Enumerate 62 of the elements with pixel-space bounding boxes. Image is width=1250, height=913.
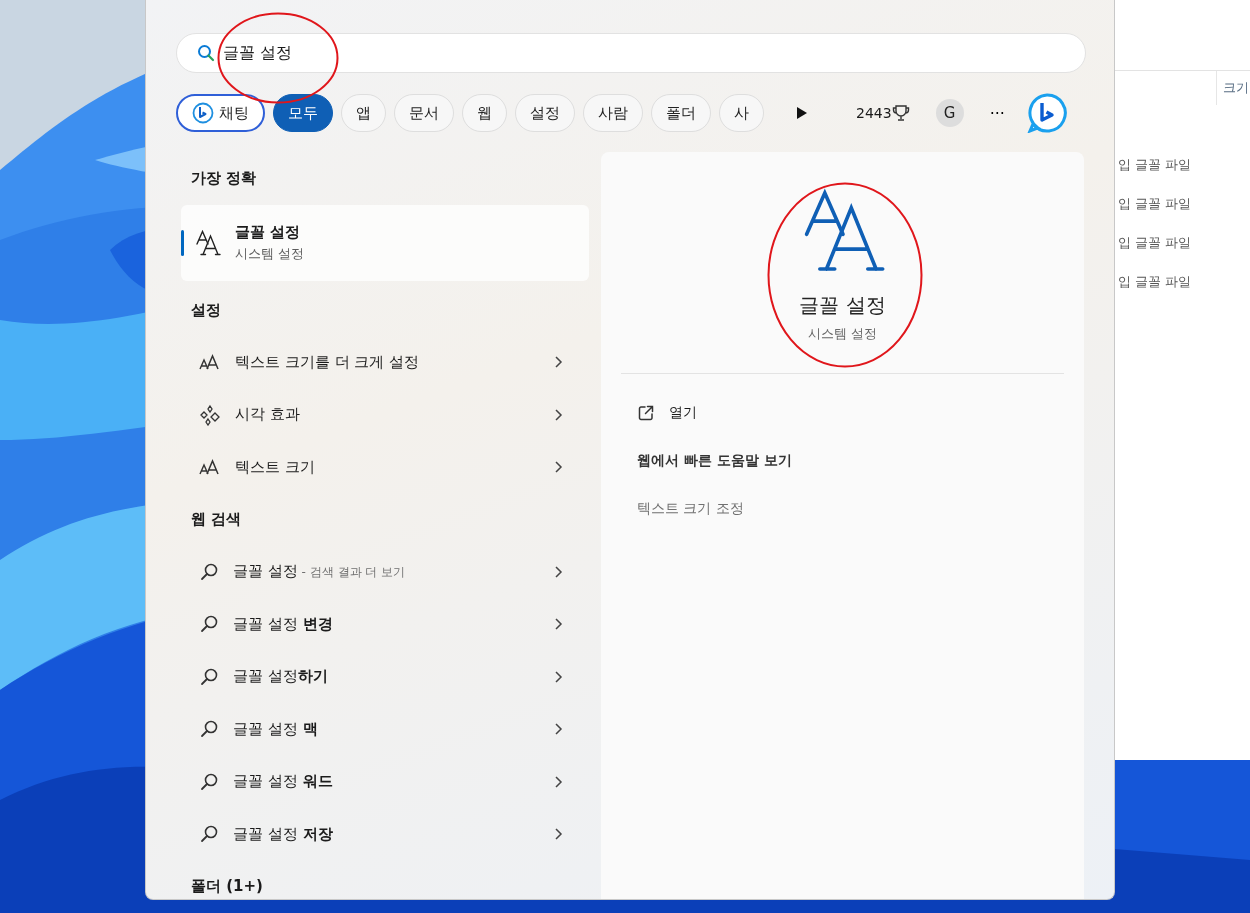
result-item[interactable]: 텍스트 크기 <box>181 441 589 494</box>
chevron-right-icon <box>553 407 563 422</box>
result-item[interactable]: 글꼴 설정 맥 <box>181 703 589 756</box>
preview-title: 글꼴 설정 <box>799 292 886 319</box>
sparkle-icon <box>199 403 221 426</box>
result-item[interactable]: 글꼴 설정 워드 <box>181 755 589 808</box>
search-icon <box>199 614 219 635</box>
chevron-right-icon <box>553 722 563 737</box>
section-heading: 폴더 (1+) <box>191 877 263 896</box>
text-size-icon <box>199 353 221 372</box>
search-icon <box>199 824 219 845</box>
chevron-right-icon <box>553 355 563 370</box>
chat-tab[interactable]: 채팅 <box>176 94 265 132</box>
search-field[interactable]: 글꼴 설정 <box>176 33 1086 73</box>
result-item[interactable]: 시각 효과 <box>181 388 589 441</box>
search-icon <box>199 561 219 582</box>
filter-tab[interactable]: 앱 <box>341 94 386 132</box>
chat-bubble-icon <box>192 102 214 124</box>
result-item[interactable]: 글꼴 설정 - 검색 결과 더 보기 <box>181 545 589 598</box>
font-icon <box>195 230 221 256</box>
search-icon <box>199 719 219 740</box>
section-heading: 가장 정확 <box>191 168 257 188</box>
chat-bubble-icon[interactable] <box>1026 93 1067 133</box>
action-item[interactable]: 웹에서 빠른 도움말 보기 <box>637 437 1084 485</box>
file-type-text: 입 글꼴 파일 <box>1118 157 1192 172</box>
filter-tab[interactable]: 사람 <box>583 94 643 132</box>
search-icon <box>199 666 219 687</box>
file-type-text: 입 글꼴 파일 <box>1118 196 1192 211</box>
external-link-icon <box>637 404 655 422</box>
result-item[interactable]: 글꼴 설정 저장 <box>181 808 589 861</box>
result-item[interactable]: 글꼴 설정 변경 <box>181 598 589 651</box>
search-icon <box>199 771 219 792</box>
preview-subtitle: 시스템 설정 <box>807 325 878 343</box>
chevron-right-icon <box>553 617 563 632</box>
column-header[interactable]: 크기 <box>1216 71 1249 105</box>
text-size-icon <box>199 458 221 477</box>
triangle-right-icon[interactable] <box>796 106 808 120</box>
result-item[interactable]: 글꼴 설정하기 <box>181 650 589 703</box>
chevron-right-icon <box>553 564 563 579</box>
filter-tab[interactable]: 폴더 <box>651 94 711 132</box>
filter-tab[interactable]: 사 <box>719 94 764 132</box>
filter-tab[interactable]: 설정 <box>515 94 575 132</box>
chevron-right-icon <box>553 774 563 789</box>
chevron-right-icon <box>553 460 563 475</box>
chevron-right-icon <box>553 669 563 684</box>
trophy-icon <box>891 104 910 122</box>
section-heading: 설정 <box>191 300 221 320</box>
action-item[interactable]: 열기 <box>637 389 1084 437</box>
search-icon <box>197 44 215 62</box>
result-item[interactable]: 텍스트 크기를 더 크게 설정 <box>181 336 589 389</box>
file-type-text: 입 글꼴 파일 <box>1118 274 1192 289</box>
file-type-text: 입 글꼴 파일 <box>1118 235 1192 250</box>
chevron-right-icon <box>553 827 563 842</box>
account-avatar[interactable]: G <box>935 99 964 127</box>
filter-tab[interactable]: 모두 <box>273 94 333 132</box>
best-match-card[interactable]: 글꼴 설정 시스템 설정 <box>181 205 589 281</box>
section-heading: 웹 검색 <box>191 510 242 529</box>
action-item[interactable]: 텍스트 크기 조정 <box>637 485 1084 533</box>
filter-tab[interactable]: 웹 <box>462 94 507 132</box>
more-button[interactable]: ··· <box>985 103 1009 123</box>
filter-tab[interactable]: 문서 <box>394 94 454 132</box>
points-count[interactable]: 2443 <box>856 105 892 121</box>
